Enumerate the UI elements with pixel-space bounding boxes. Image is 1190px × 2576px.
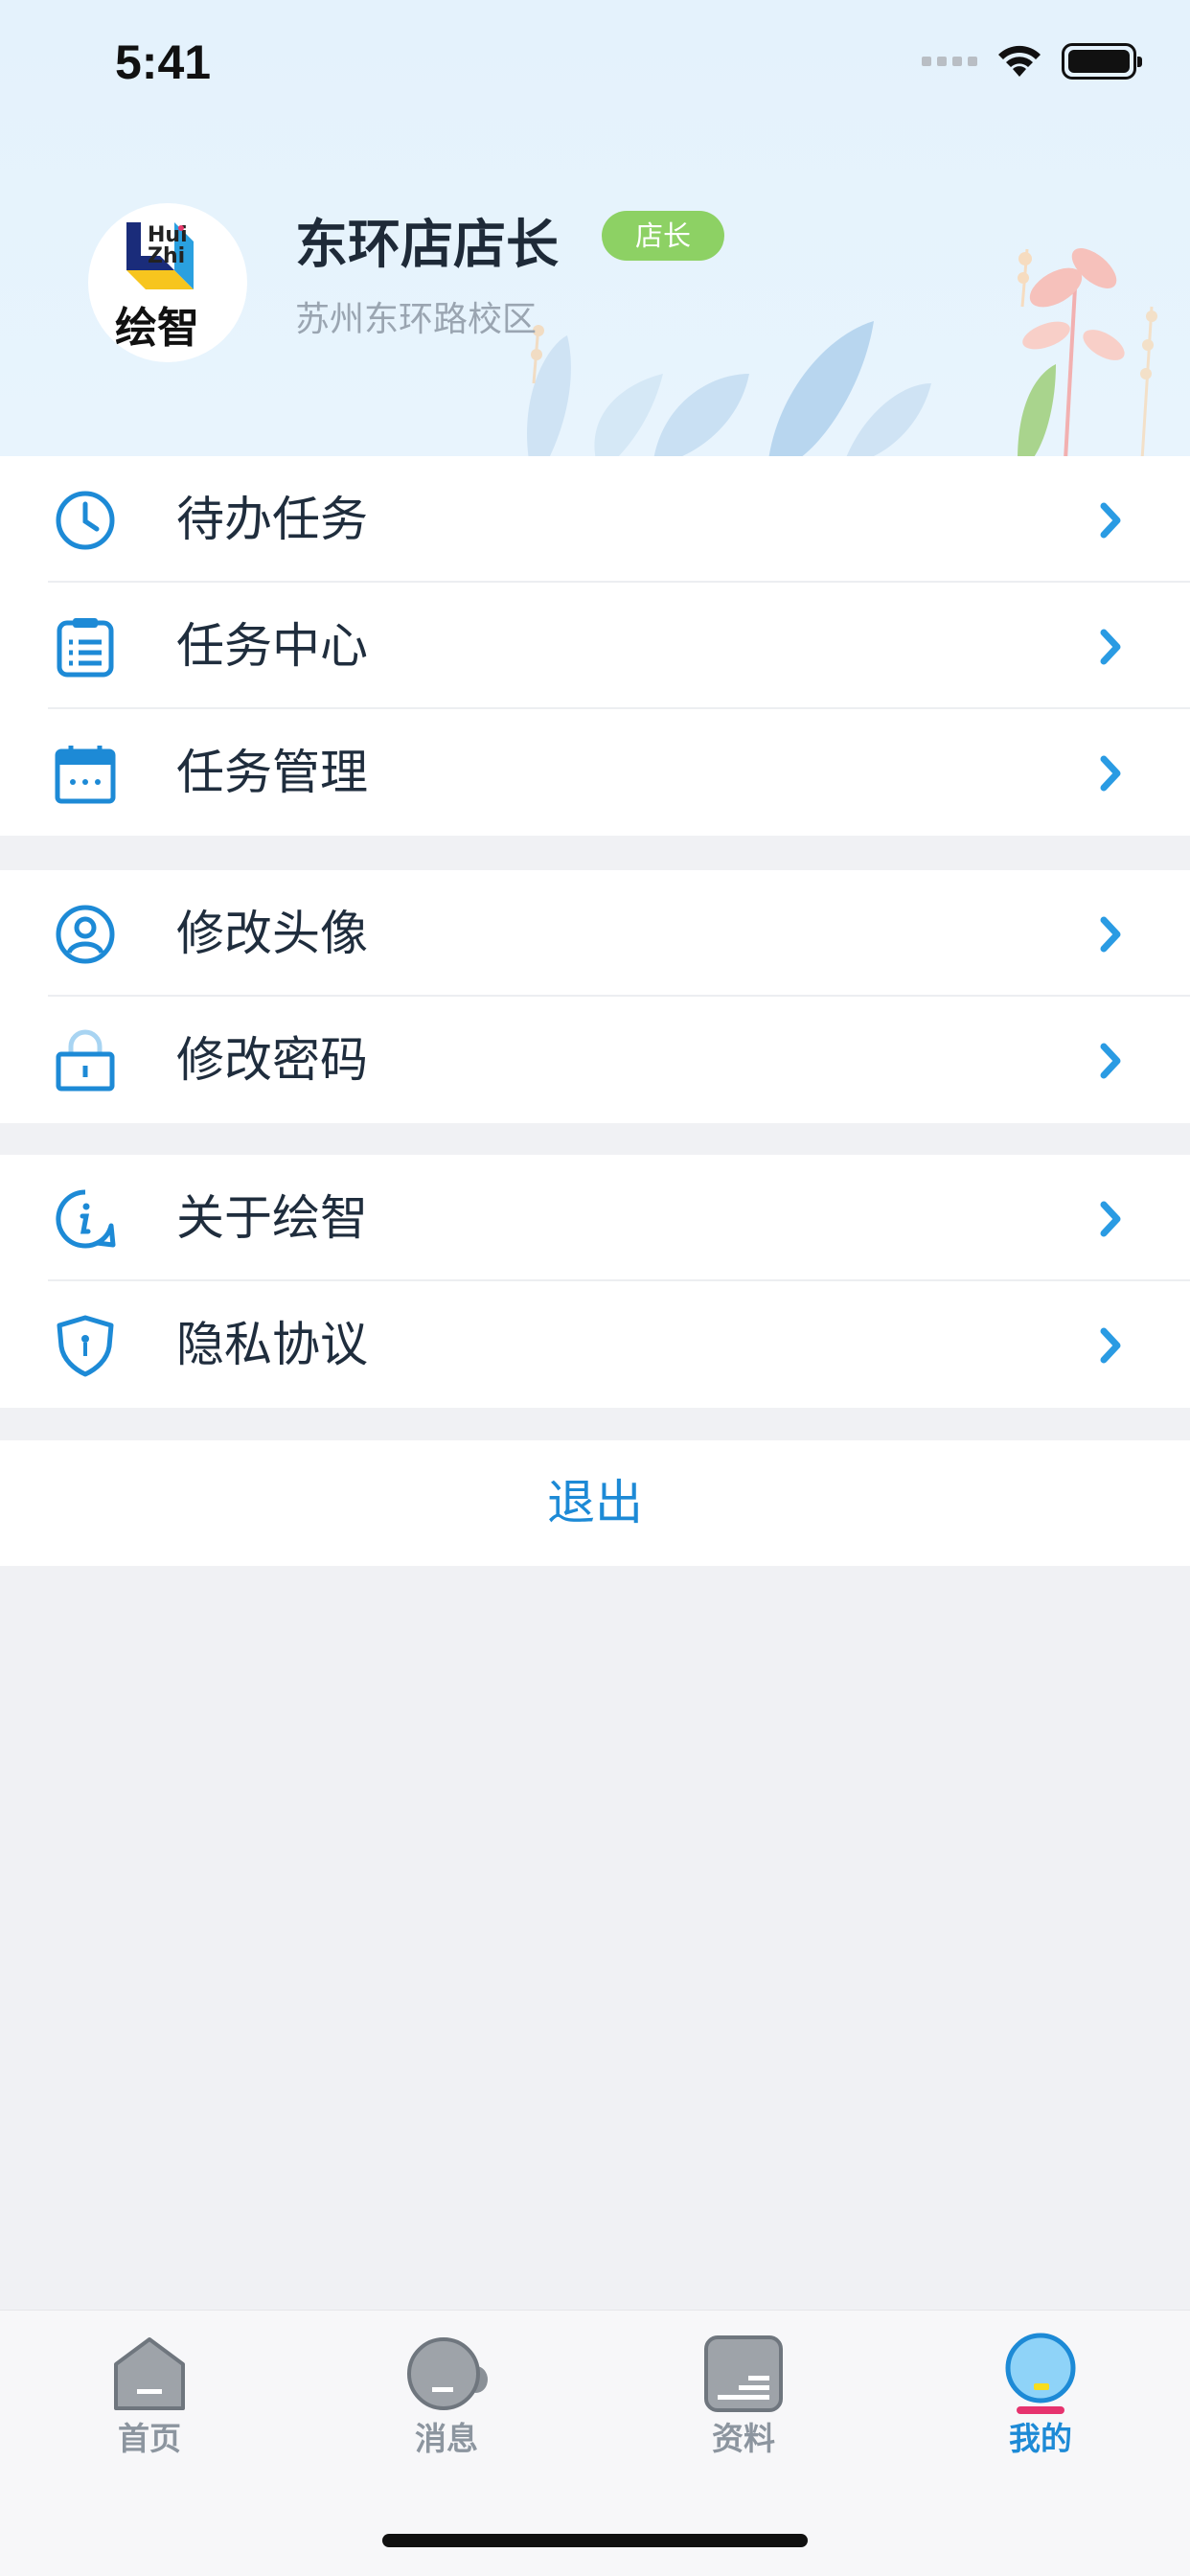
shield-icon [57,1315,114,1377]
chevron-right-icon [1100,629,1121,665]
menu-item-change-password[interactable]: 修改密码 [0,997,1190,1123]
logout-button[interactable]: 退出 [0,1440,1190,1566]
menu-item-todo-tasks[interactable]: 待办任务 [0,456,1190,583]
avatar[interactable]: Hui Zhi 绘智 [88,203,247,362]
menu-item-task-management[interactable]: 任务管理 [0,709,1190,836]
battery-icon [1062,43,1142,80]
document-icon [704,2335,783,2412]
info-icon [56,1189,116,1249]
chevron-right-icon [1100,755,1121,792]
tab-label: 首页 [118,2420,181,2457]
profile-name: 东环店店长 [295,214,560,275]
menu-label: 隐私协议 [176,1317,368,1372]
chevron-right-icon [1100,502,1121,539]
signal-icon [922,57,977,66]
tab-home[interactable]: 首页 [63,2332,236,2458]
menu-item-privacy-policy[interactable]: 隐私协议 [0,1281,1190,1408]
menu-group-about: 关于绘智 隐私协议 [0,1155,1190,1408]
clipboard-icon [57,618,114,678]
menu-label: 任务中心 [176,618,368,674]
tab-messages[interactable]: 消息 [360,2332,533,2458]
leaf-decoration [527,248,1157,456]
menu-item-about[interactable]: 关于绘智 [0,1155,1190,1281]
message-icon [407,2337,488,2410]
menu-label: 待办任务 [176,492,368,547]
status-time: 5:41 [115,35,212,89]
clock-icon [56,491,115,550]
home-indicator [382,2534,808,2547]
menu-label: 任务管理 [176,745,368,800]
tab-label: 我的 [1009,2420,1072,2457]
profile-icon [1005,2333,1076,2414]
chevron-right-icon [1100,916,1121,953]
menu-group-tasks: 待办任务 任务中心 任务管理 [0,456,1190,836]
menu-item-task-center[interactable]: 任务中心 [0,583,1190,709]
user-avatar-icon [56,905,115,964]
menu-label: 修改密码 [176,1032,368,1088]
tab-label: 资料 [712,2420,775,2457]
menu-group-account: 修改头像 修改密码 [0,870,1190,1123]
menu-label: 修改头像 [176,906,368,961]
tab-label: 消息 [415,2420,478,2457]
tab-mine[interactable]: 我的 [954,2332,1127,2458]
chevron-right-icon [1100,1327,1121,1364]
calendar-icon [55,746,116,804]
status-icons [922,42,1142,80]
profile-campus: 苏州东环路校区 [295,300,538,339]
chevron-right-icon [1100,1043,1121,1079]
svg-text:绘智: 绘智 [115,304,199,353]
svg-text:Zhi: Zhi [148,244,185,268]
tab-documents[interactable]: 资料 [657,2332,830,2458]
profile-header: 5:41 Hui Zhi 绘智 东环店店长 店长 苏州东环路校区 [0,0,1190,456]
role-badge: 店长 [602,211,724,261]
wifi-icon [998,45,1041,77]
chevron-right-icon [1100,1201,1121,1237]
menu-label: 关于绘智 [176,1190,368,1246]
lock-icon [56,1029,115,1092]
huizhi-logo: Hui Zhi 绘智 [115,222,199,353]
menu-item-change-avatar[interactable]: 修改头像 [0,870,1190,997]
home-icon [114,2337,185,2410]
